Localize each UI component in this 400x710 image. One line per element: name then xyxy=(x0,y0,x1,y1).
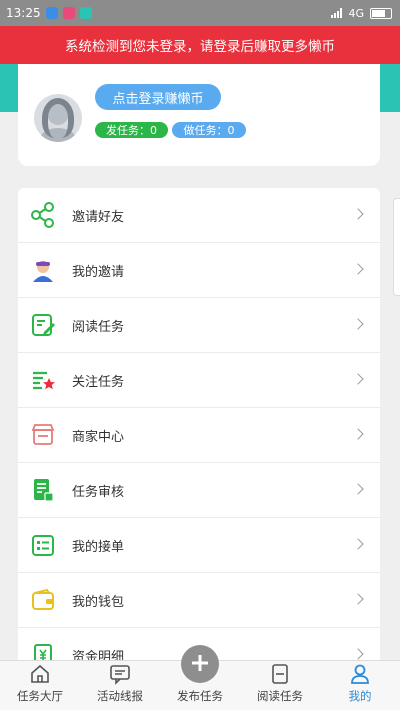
menu-item-merchant-center[interactable]: 商家中心 xyxy=(18,408,380,463)
read-icon xyxy=(272,664,288,684)
menu-item-label: 商家中心 xyxy=(72,429,125,445)
floating-side-handle[interactable] xyxy=(393,198,400,296)
menu-item-label: 任务审核 xyxy=(72,484,125,500)
network-type: 4G xyxy=(348,6,364,20)
menu-item-invite-friends[interactable]: 邀请好友 xyxy=(18,188,380,243)
store-icon xyxy=(28,420,58,450)
chevron-right-icon xyxy=(352,208,364,220)
bottom-tab-bar: 任务大厅 活动线报 发布任务 阅读任务 我的 xyxy=(0,645,400,710)
share-icon xyxy=(28,200,58,230)
alert-text: 系统检测到您未登录，请登录后赚取更多懒币 xyxy=(65,39,335,55)
menu-item-label: 我的钱包 xyxy=(72,594,125,610)
menu-item-label: 资金明细 xyxy=(72,649,125,661)
wallet-icon xyxy=(28,585,58,615)
header-accent-left xyxy=(0,64,18,112)
profile-card: 点击登录赚懒币 发任务：0 做任务：0 xyxy=(18,64,380,166)
tab-read-tasks[interactable]: 阅读任务 xyxy=(240,661,320,710)
menu-item-my-orders[interactable]: 我的接单 xyxy=(18,518,380,573)
chevron-right-icon xyxy=(352,538,364,550)
chevron-right-icon xyxy=(352,648,364,660)
tab-label: 活动线报 xyxy=(97,689,143,703)
tab-label: 阅读任务 xyxy=(257,689,303,703)
menu-item-label: 我的邀请 xyxy=(72,264,125,280)
plus-icon xyxy=(181,645,219,683)
doc-review-icon xyxy=(28,475,58,505)
chevron-right-icon xyxy=(352,373,364,385)
header-accent-right xyxy=(380,64,400,112)
order-list-icon xyxy=(28,530,58,560)
status-bar: 13:25 4G xyxy=(0,0,400,26)
menu-item-task-review[interactable]: 任务审核 xyxy=(18,463,380,518)
menu-item-my-wallet[interactable]: 我的钱包 xyxy=(18,573,380,628)
message-icon xyxy=(110,665,130,685)
tab-publish-task[interactable]: 发布任务 xyxy=(160,645,240,710)
tab-mine[interactable]: 我的 xyxy=(320,661,400,710)
chevron-right-icon xyxy=(352,263,364,275)
publish-task-count-badge: 发任务：0 xyxy=(95,122,168,138)
chevron-right-icon xyxy=(352,593,364,605)
status-time: 13:25 xyxy=(6,6,41,20)
login-button[interactable]: 点击登录赚懒币 xyxy=(95,84,221,110)
list-star-icon xyxy=(28,365,58,395)
menu-item-read-tasks[interactable]: 阅读任务 xyxy=(18,298,380,353)
menu-list: 邀请好友 我的邀请 阅读任务 关注任务 商家中心 任务审核 我的接单 我的钱包 … xyxy=(18,188,380,660)
avatar[interactable] xyxy=(34,94,82,142)
edit-doc-icon xyxy=(28,310,58,340)
menu-item-label: 邀请好友 xyxy=(72,209,125,225)
battery-icon xyxy=(370,7,392,19)
menu-item-label: 阅读任务 xyxy=(72,319,125,335)
tab-task-hall[interactable]: 任务大厅 xyxy=(0,661,80,710)
signal-icon xyxy=(331,8,343,18)
app-notification-icon xyxy=(79,7,92,19)
app-notification-icon xyxy=(45,7,58,19)
user-icon xyxy=(351,664,369,684)
money-doc-icon xyxy=(28,640,58,660)
menu-item-label: 我的接单 xyxy=(72,539,125,555)
menu-item-label: 关注任务 xyxy=(72,374,125,390)
tab-label: 任务大厅 xyxy=(17,689,63,703)
chevron-right-icon xyxy=(352,428,364,440)
app-notification-icon xyxy=(62,7,75,19)
chevron-right-icon xyxy=(352,483,364,495)
menu-item-follow-tasks[interactable]: 关注任务 xyxy=(18,353,380,408)
tab-label: 发布任务 xyxy=(177,689,223,703)
menu-item-my-invites[interactable]: 我的邀请 xyxy=(18,243,380,298)
tab-label: 我的 xyxy=(348,689,372,703)
chevron-right-icon xyxy=(352,318,364,330)
home-icon xyxy=(31,664,49,683)
tab-activity-news[interactable]: 活动线报 xyxy=(80,661,160,710)
micro-task-count-badge: 做任务：0 xyxy=(172,122,246,138)
person-icon xyxy=(28,255,58,285)
login-alert-banner[interactable]: 系统检测到您未登录，请登录后赚取更多懒币 xyxy=(0,26,400,64)
